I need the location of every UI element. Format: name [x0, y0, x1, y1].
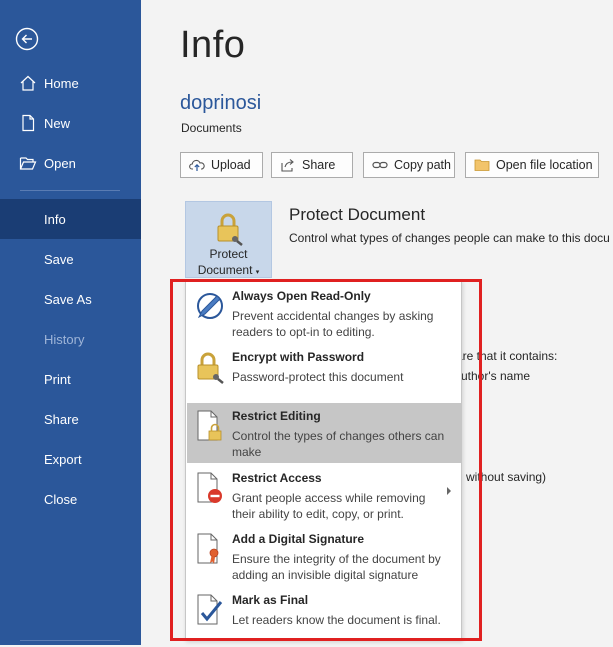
- annotation-highlight-box: [170, 279, 482, 641]
- nav-print[interactable]: Print: [0, 359, 141, 399]
- nav-divider: [20, 190, 120, 191]
- share-icon: [281, 159, 294, 172]
- nav-open[interactable]: Open: [0, 143, 141, 183]
- nav-new-label: New: [44, 115, 71, 131]
- home-icon: [20, 75, 36, 91]
- open-folder-icon: [19, 157, 37, 170]
- nav-new[interactable]: New: [0, 103, 141, 143]
- link-icon: [372, 161, 388, 169]
- nav-save-as-label: Save As: [44, 291, 92, 307]
- nav-info-label: Info: [44, 211, 66, 227]
- share-label: Share: [302, 158, 336, 172]
- back-arrow-icon[interactable]: [15, 27, 39, 51]
- nav-info[interactable]: Info: [0, 199, 141, 239]
- folder-icon: [474, 159, 490, 171]
- lock-key-icon: [217, 213, 243, 246]
- nav-save[interactable]: Save: [0, 239, 141, 279]
- document-location: Documents: [181, 121, 242, 135]
- protect-tile-label-1: Protect: [209, 247, 248, 261]
- protect-document-button[interactable]: Protect Document ▾: [185, 201, 272, 278]
- nav-close[interactable]: Close: [0, 479, 141, 519]
- nav-share-label: Share: [44, 411, 79, 427]
- upload-button[interactable]: Upload: [180, 152, 263, 178]
- nav-history-label: History: [44, 331, 85, 347]
- nav-export[interactable]: Export: [0, 439, 141, 479]
- nav-save-as[interactable]: Save As: [0, 279, 141, 319]
- document-name: doprinosi: [180, 92, 262, 114]
- chevron-down-icon: ▾: [255, 269, 260, 276]
- nav-save-label: Save: [44, 251, 74, 267]
- page-title: Info: [180, 24, 246, 66]
- protect-section-title: Protect Document: [289, 205, 426, 224]
- nav-home[interactable]: Home: [0, 63, 141, 103]
- new-document-icon: [22, 114, 35, 132]
- nav-share[interactable]: Share: [0, 399, 141, 439]
- nav-print-label: Print: [44, 371, 71, 387]
- backstage-sidebar: Home New Open Info Save Save As History …: [0, 0, 141, 645]
- protect-tile-label-2-text: Document: [197, 263, 253, 277]
- share-button[interactable]: Share: [271, 152, 353, 178]
- nav-history: History: [0, 319, 141, 359]
- upload-cloud-icon: [189, 159, 205, 171]
- open-file-location-label: Open file location: [496, 158, 593, 172]
- protect-tile-label-2: Document ▾: [186, 263, 271, 277]
- nav-close-label: Close: [44, 491, 78, 507]
- nav-export-label: Export: [44, 451, 82, 467]
- nav-divider-bottom: [20, 640, 120, 641]
- copy-path-button[interactable]: Copy path: [363, 152, 455, 178]
- upload-label: Upload: [211, 158, 251, 172]
- copy-path-label: Copy path: [394, 158, 451, 172]
- open-file-location-button[interactable]: Open file location: [465, 152, 599, 178]
- nav-home-label: Home: [44, 75, 79, 91]
- nav-open-label: Open: [44, 155, 76, 171]
- protect-section-description: Control what types of changes people can…: [289, 231, 610, 245]
